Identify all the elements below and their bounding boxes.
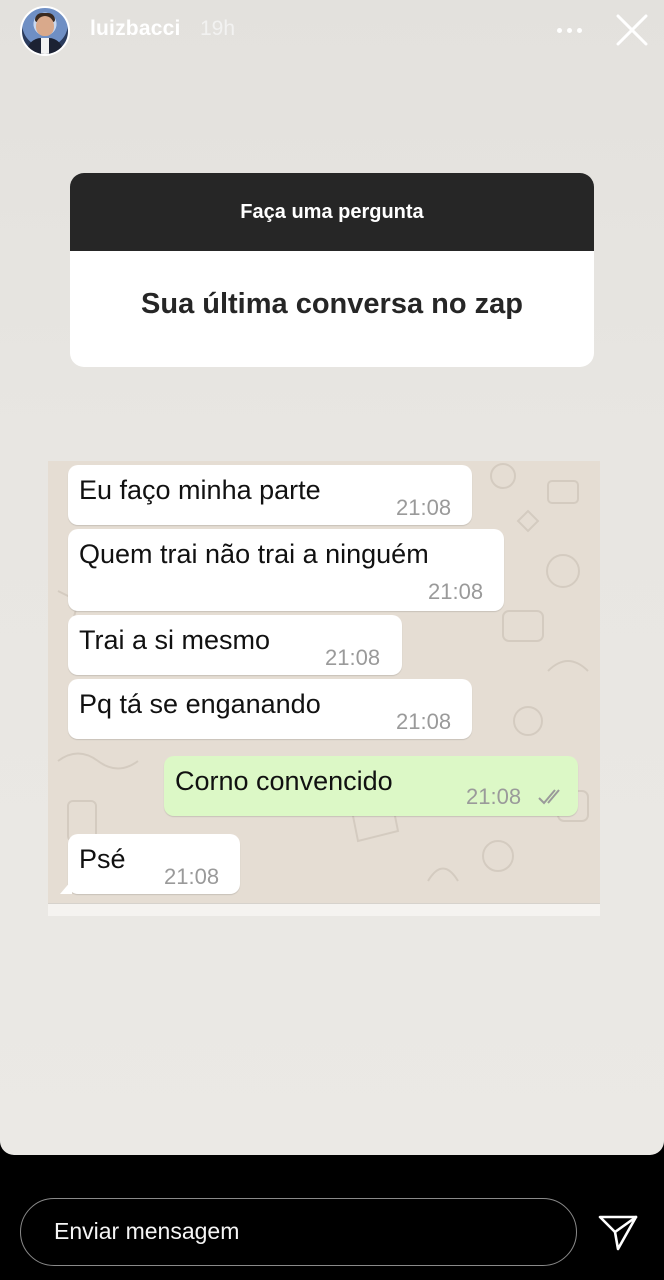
question-prompt: Faça uma pergunta [70, 173, 594, 251]
reply-input[interactable]: Enviar mensagem [20, 1198, 577, 1266]
message-text: Corno convencido [175, 766, 393, 796]
close-icon[interactable] [612, 10, 652, 50]
username[interactable]: luizbacci [90, 17, 181, 41]
message-time: 21:08 [164, 864, 220, 889]
message-text: Eu faço minha parte [79, 475, 321, 505]
message-bubble[interactable]: Eu faço minha parte 21:08 [68, 465, 472, 525]
question-sticker: Faça uma pergunta Sua última conversa no… [70, 173, 594, 367]
whatsapp-screenshot: Eu faço minha parte 21:08 Quem trai não … [48, 461, 600, 916]
message-text: Pq tá se enganando [79, 689, 321, 719]
story-header: luizbacci 19h [0, 0, 664, 60]
reply-placeholder: Enviar mensagem [54, 1218, 240, 1244]
message-bubble[interactable]: Quem trai não trai a ninguém 21:08 [68, 529, 504, 611]
avatar[interactable] [20, 6, 70, 56]
post-time: 19h [200, 17, 236, 40]
message-bubble[interactable]: Trai a si mesmo 21:08 [68, 615, 402, 675]
send-icon[interactable] [596, 1211, 640, 1255]
message-time: 21:08 [396, 495, 452, 520]
message-bubble-outgoing[interactable]: Corno convencido 21:08 [164, 756, 578, 816]
chat-input-strip [48, 903, 600, 916]
message-bubble[interactable]: Psé 21:08 [60, 834, 240, 894]
message-text: Psé [79, 844, 126, 874]
more-horizontal-icon[interactable] [552, 20, 586, 40]
message-time: 21:08 [466, 784, 522, 809]
message-time: 21:08 [396, 709, 452, 734]
story-frame: luizbacci 19h Faça uma pergunta Sua últi… [0, 0, 664, 1155]
message-text: Quem trai não trai a ninguém [79, 539, 429, 569]
question-answer: Sua última conversa no zap [141, 287, 523, 320]
message-text: Trai a si mesmo [79, 625, 271, 655]
message-time: 21:08 [428, 579, 484, 604]
message-time: 21:08 [325, 645, 381, 670]
double-check-icon [538, 789, 560, 805]
message-bubble[interactable]: Pq tá se enganando 21:08 [68, 679, 472, 739]
reply-bar: Enviar mensagem [0, 1155, 664, 1280]
